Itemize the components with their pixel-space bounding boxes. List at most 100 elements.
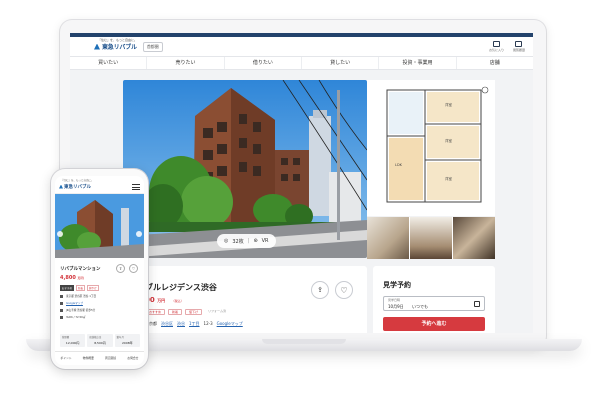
phone-share-button[interactable]: ⇪ [116, 264, 125, 273]
phone-detail-rows: 東京都 渋谷区 渋谷 1丁目 Googleマップ JR山手線 渋谷駅 徒歩5分 … [60, 294, 140, 322]
share-icon: ⇪ [317, 286, 323, 294]
share-icon: ⇪ [118, 266, 123, 271]
address-number: 12-3 [203, 321, 213, 326]
vr-label: VR [261, 238, 269, 244]
phone-stats: 管理費 12,000円 修繕積立金 8,500円 築年月 2008年 [60, 334, 140, 347]
nav-stores[interactable]: 店舗 [457, 57, 533, 69]
logo-icon [59, 184, 63, 189]
photo-count-label: 32枚 [232, 238, 244, 245]
phone-logo-text: 東急リバブル [64, 184, 91, 190]
phone-stat: 築年月 2008年 [114, 334, 140, 347]
interior-thumb-3[interactable] [453, 217, 495, 259]
nav-buy[interactable]: 買いたい [70, 57, 148, 69]
property-address: 東京都 渋谷区 渋谷 1丁目 12-3 Googleマップ [145, 321, 243, 327]
floor-plan-image[interactable]: 洋室 洋室 洋室 LDK [367, 80, 495, 216]
nav-investment[interactable]: 投資・事業用 [379, 57, 457, 69]
reserve-button[interactable]: 予約へ進む [383, 317, 485, 331]
phone-stat: 管理費 12,000円 [60, 334, 86, 347]
phone-row: 3LDK / 72.50㎡ [60, 315, 140, 319]
phone-stat-label: 管理費 [62, 336, 70, 339]
phone-tab-overview[interactable]: 物件概要 [77, 352, 99, 365]
history-label: 閲覧履歴 [512, 48, 525, 52]
phone-google-map-link[interactable]: Googleマップ [66, 301, 83, 305]
tag-recommend: おすすめ [145, 309, 166, 315]
location-icon [60, 294, 63, 298]
property-name: ブルレジデンス渋谷 [145, 283, 217, 292]
visit-date-value: 10月9日 [388, 304, 404, 309]
property-info-card: ブルレジデンス渋谷 00 万円 （税込） ⇪ ♡ おすすめ 新着 値下げ リフォ… [123, 266, 367, 333]
phone-screen: 『住む』を、もっと自由に。 東急リバブル リバブルマンション ⇪ ♡ 4,800… [55, 176, 144, 365]
nav-rent[interactable]: 借りたい [225, 57, 302, 69]
phone-tab-inquiry[interactable]: お問合せ [122, 352, 144, 365]
svg-text:洋室: 洋室 [445, 102, 453, 107]
phone-stat-value: 12,000円 [65, 341, 80, 345]
camera-icon: ◎ [224, 238, 229, 244]
map-icon [60, 301, 63, 305]
header-icons: お気に入り 閲覧履歴 [489, 41, 525, 52]
property-price: 00 万円 （税込） [145, 296, 184, 304]
phone-tab-points[interactable]: ポイント [55, 352, 77, 365]
phone-stat-label: 築年月 [116, 336, 124, 339]
vr-icon: ⊛ [253, 238, 258, 244]
google-map-link[interactable]: Googleマップ [217, 321, 243, 327]
phone-row-value: 3LDK / 72.50㎡ [66, 316, 86, 319]
interior-thumb-2[interactable] [410, 217, 452, 259]
tax-note: （税込） [171, 299, 184, 303]
phone-row-value: JR山手線 渋谷駅 徒歩5分 [66, 309, 96, 312]
property-tags: おすすめ 新着 値下げ リフォーム済 [145, 309, 229, 315]
visit-date-field[interactable]: 見学日時 10月9日 いつでも [383, 296, 485, 311]
phone-property-name: リバブルマンション [60, 267, 101, 272]
phone-row: Googleマップ [60, 301, 140, 305]
svg-text:洋室: 洋室 [445, 138, 453, 143]
divider: | [247, 238, 250, 244]
main-photo[interactable]: ◎ 32枚 | ⊛ VR [123, 80, 367, 258]
tag-renovated: リフォーム済 [208, 309, 226, 313]
interior-thumb-1[interactable] [367, 217, 409, 259]
layout-icon [60, 315, 63, 319]
phone-price-value: 4,800 [60, 275, 76, 281]
stage: 『住む』を、もっと自由に。 東急リバブル 首都圏 お気に入り 閲覧履歴 買いたい… [0, 0, 608, 406]
address-chome-link[interactable]: 1丁目 [189, 321, 200, 327]
phone-logo[interactable]: 東急リバブル [59, 184, 91, 190]
favorite-button[interactable]: ♡ [335, 281, 353, 299]
site-logo[interactable]: 東急リバブル [94, 42, 137, 51]
laptop-notch [262, 339, 346, 344]
phone-tags: おすすめ 新着 値下げ [60, 285, 99, 291]
booking-card: 見学予約 見学日時 10月9日 いつでも 予約へ進む [373, 266, 495, 333]
phone-row: 東京都 渋谷区 渋谷 1丁目 [60, 294, 140, 298]
site-header: 『住む』を、もっと自由に。 東急リバブル 首都圏 お気に入り 閲覧履歴 [70, 37, 533, 56]
phone-tag-3: 値下げ [87, 285, 99, 291]
phone-tag-2: 新着 [76, 285, 86, 291]
share-button[interactable]: ⇪ [311, 281, 329, 299]
history-button[interactable]: 閲覧履歴 [513, 41, 525, 52]
logo-icon [94, 43, 100, 50]
nav-lend[interactable]: 貸したい [302, 57, 380, 69]
logo-text: 東急リバブル [102, 44, 137, 51]
region-select[interactable]: 首都圏 [142, 41, 163, 52]
hamburger-menu-icon[interactable] [132, 183, 140, 190]
phone-price-unit: 万円 [77, 276, 84, 280]
svg-text:洋室: 洋室 [445, 176, 453, 181]
address-area-link[interactable]: 渋谷 [177, 321, 185, 327]
phone-tag-1: おすすめ [60, 285, 75, 291]
train-icon [60, 308, 63, 312]
favorites-button[interactable]: お気に入り [489, 41, 504, 52]
tag-new: 新着 [168, 309, 183, 315]
phone-main-photo[interactable] [55, 194, 144, 258]
photo-count-button[interactable]: ◎ 32枚 | ⊛ VR [217, 234, 276, 248]
price-unit: 万円 [157, 298, 166, 303]
phone-favorite-button[interactable]: ♡ [129, 264, 138, 273]
booking-title: 見学予約 [383, 281, 411, 289]
heart-chat-icon [492, 41, 500, 47]
phone-price: 4,800 万円 [60, 275, 84, 281]
svg-text:LDK: LDK [395, 163, 403, 167]
favorites-label: お気に入り [488, 48, 504, 52]
nav-sell[interactable]: 売りたい [147, 57, 225, 69]
visit-date-label: 見学日時 [388, 298, 401, 302]
heart-icon: ♡ [131, 266, 136, 271]
address-ward-link[interactable]: 渋谷区 [161, 321, 173, 327]
heart-icon: ♡ [340, 285, 348, 295]
phone-stat-value: 2008年 [122, 341, 133, 345]
phone-tab-surroundings[interactable]: 周辺環境 [100, 352, 122, 365]
phone-tagline: 『住む』を、もっと自由に。 [61, 179, 94, 182]
